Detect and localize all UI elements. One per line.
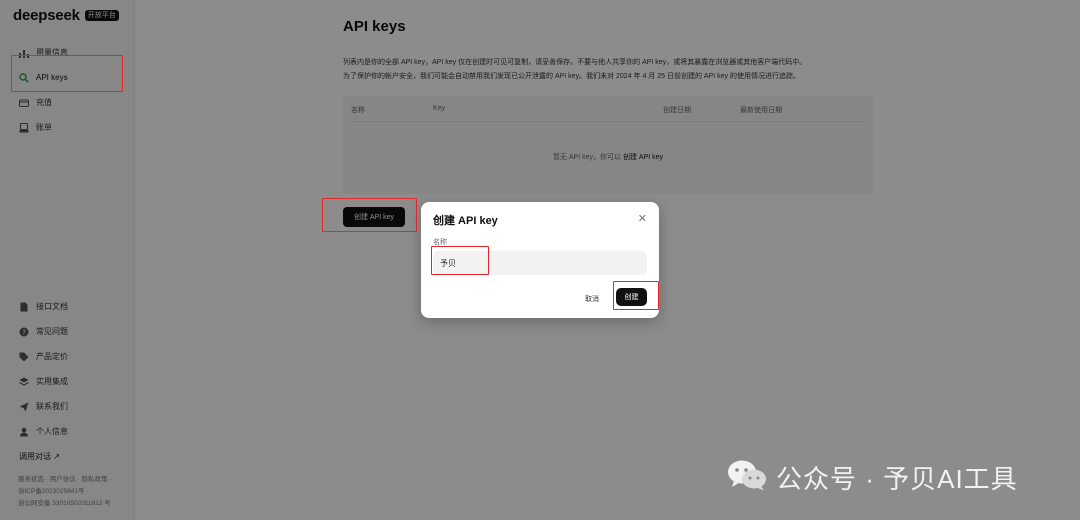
highlight-create-button [322, 198, 417, 232]
wechat-icon [726, 458, 768, 497]
highlight-confirm-button [613, 281, 659, 310]
dialog-title: 创建 API key [433, 215, 498, 227]
highlight-name-input [431, 246, 489, 275]
watermark: 公众号 · 予贝AI工具 [726, 458, 1018, 497]
highlight-api-keys-nav [11, 55, 123, 92]
watermark-text: 公众号 · 予贝AI工具 [776, 464, 1018, 494]
close-icon[interactable]: ✕ [638, 212, 647, 225]
cancel-button[interactable]: 取消 [585, 294, 599, 304]
